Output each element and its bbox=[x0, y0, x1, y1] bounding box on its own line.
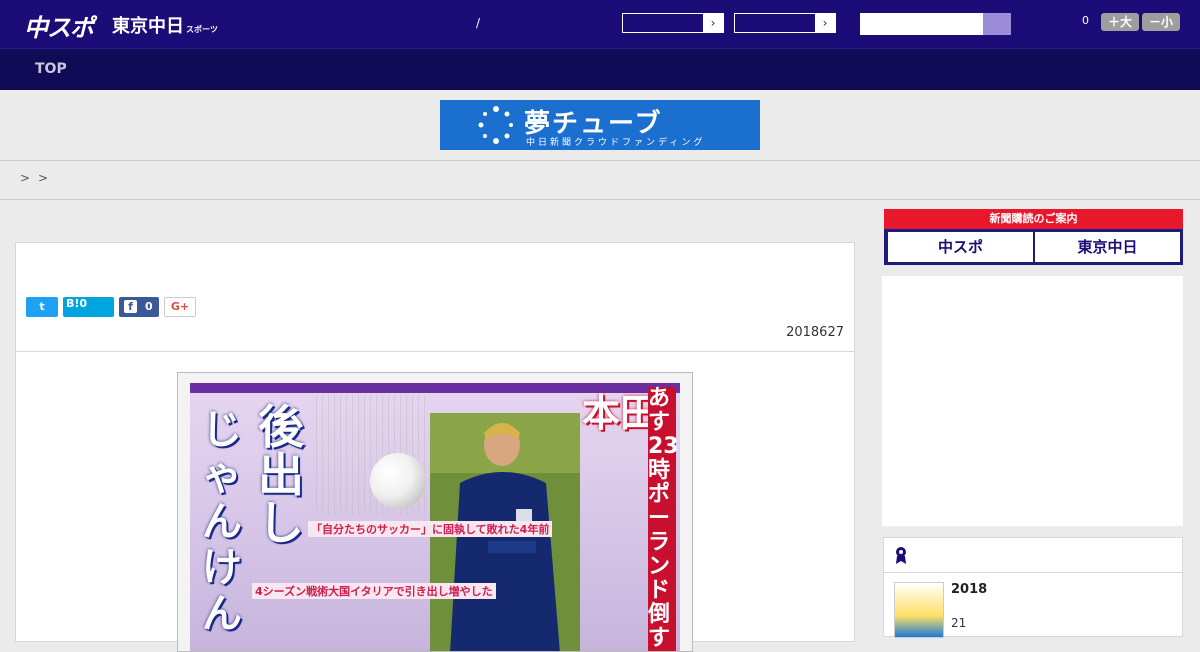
google-plus-button[interactable]: G+ bbox=[164, 297, 196, 317]
subscription-heading: 新聞購読のご案内 bbox=[884, 209, 1183, 229]
subcategory-select[interactable]: › bbox=[734, 13, 836, 33]
banner-row: 夢チューブ 中日新聞クラウドファンディング bbox=[0, 90, 1200, 161]
soccer-ball-image bbox=[370, 453, 426, 509]
notification-count: 0 bbox=[1082, 14, 1089, 27]
article-card: t B!0 f 0 G+ 2018627 じゃんけん 後出し 「自分たちのサッカ… bbox=[15, 242, 855, 652]
newspaper-page: じゃんけん 後出し 「自分たちのサッカー」に固執して敗れた4年前 4シーズン戦術… bbox=[190, 383, 680, 651]
hatena-count: 0 bbox=[79, 297, 88, 310]
caption-top: 「自分たちのサッカー」に固執して敗れた4年前 bbox=[308, 521, 553, 537]
facebook-icon: f bbox=[124, 300, 137, 313]
search-button[interactable] bbox=[983, 13, 1011, 35]
ranking-item-subtitle: 21 bbox=[951, 616, 967, 630]
article-date: 2018627 bbox=[786, 325, 844, 340]
headline-right-secondary: あす23時ポーランド倒す bbox=[648, 386, 679, 651]
breadcrumb: > > bbox=[0, 161, 1200, 200]
facebook-count: 0 bbox=[145, 300, 153, 313]
chevron-right-icon: › bbox=[815, 14, 835, 32]
breadcrumb-separator: > bbox=[20, 171, 31, 185]
dots-circle-icon bbox=[478, 106, 513, 144]
banner-subtitle: 中日新聞クラウドファンディング bbox=[526, 138, 706, 148]
advertisement-slot[interactable] bbox=[882, 276, 1183, 526]
twitter-share-button[interactable]: t bbox=[26, 297, 58, 317]
font-smaller-button[interactable]: －小 bbox=[1142, 13, 1180, 31]
ranking-header bbox=[884, 538, 1182, 573]
ribbon-award-icon bbox=[896, 547, 906, 564]
headline-left-secondary: じゃんけん bbox=[202, 407, 242, 637]
headline-left: 後出し bbox=[258, 400, 304, 550]
subscription-box: 新聞購読のご案内 中スポ 東京中日 bbox=[884, 209, 1183, 265]
subscribe-chuspo-button[interactable]: 中スポ bbox=[888, 232, 1033, 262]
search-input[interactable] bbox=[860, 13, 983, 35]
tokyo-chunichi-logo-small: スポーツ bbox=[186, 24, 218, 34]
ranking-widget: 2018 21 bbox=[883, 537, 1183, 638]
newspaper-front-page-image[interactable]: じゃんけん 後出し 「自分たちのサッカー」に固執して敗れた4年前 4シーズン戦術… bbox=[177, 372, 693, 652]
site-header: 中スポ 東京中日 スポーツ / › › 0 ＋大 －小 bbox=[0, 0, 1200, 48]
font-larger-button[interactable]: ＋大 bbox=[1101, 13, 1139, 31]
main-nav: TOP bbox=[0, 48, 1200, 90]
article-divider bbox=[16, 351, 854, 352]
header-divider: / bbox=[476, 16, 481, 30]
nav-item-top[interactable]: TOP bbox=[35, 61, 67, 77]
breadcrumb-separator: > bbox=[38, 171, 49, 185]
yume-tube-banner[interactable]: 夢チューブ 中日新聞クラウドファンディング bbox=[440, 100, 760, 150]
hatena-icon: B! bbox=[66, 297, 80, 310]
chuspo-logo[interactable]: 中スポ bbox=[24, 8, 94, 43]
twitter-icon: t bbox=[39, 300, 45, 313]
caption-bottom: 4シーズン戦術大国イタリアで引き出し増やした bbox=[252, 583, 496, 599]
tokyo-chunichi-logo[interactable]: 東京中日 スポーツ bbox=[112, 12, 218, 38]
ranking-item-title[interactable]: 2018 bbox=[951, 582, 987, 597]
facebook-share-button[interactable]: f 0 bbox=[119, 297, 159, 317]
chevron-right-icon: › bbox=[703, 14, 723, 32]
hatena-bookmark-button[interactable]: B!0 bbox=[63, 297, 114, 317]
subscribe-tokyo-chunichi-button[interactable]: 東京中日 bbox=[1035, 232, 1180, 262]
tokyo-chunichi-logo-text: 東京中日 bbox=[112, 16, 184, 37]
category-select[interactable]: › bbox=[622, 13, 724, 33]
